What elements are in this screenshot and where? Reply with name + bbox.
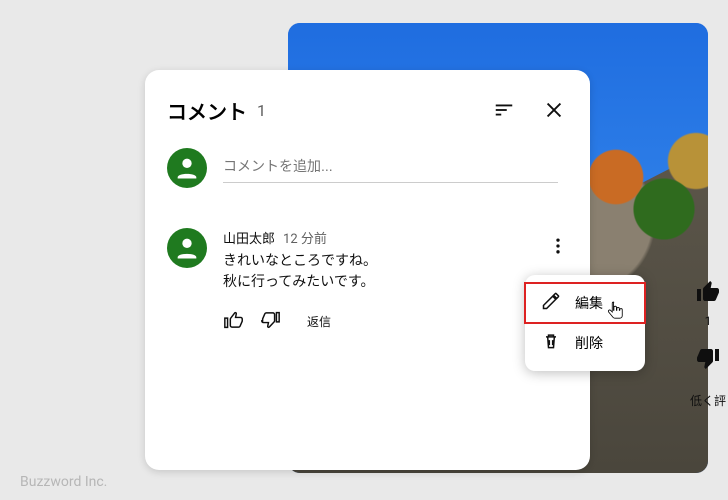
panel-title: コメント	[167, 96, 247, 125]
menu-item-delete[interactable]: 削除	[525, 323, 645, 363]
comment-text: きれいなところですね。 秋に行ってみたいです。	[223, 251, 534, 293]
add-comment-row	[167, 148, 584, 188]
comment-action-menu: 編集 削除	[525, 275, 645, 371]
like-button[interactable]	[696, 280, 720, 308]
commenter-avatar[interactable]	[167, 228, 207, 268]
rail-more-text: 低く評	[690, 392, 726, 409]
comment-more-button[interactable]	[548, 236, 568, 260]
menu-edit-label: 編集	[575, 293, 603, 313]
my-avatar[interactable]	[167, 148, 207, 188]
reaction-rail: 1 低く評	[690, 280, 726, 409]
comment-time: 12 分前	[283, 228, 327, 247]
pencil-icon	[541, 291, 561, 315]
comment-author[interactable]: 山田太郎	[223, 228, 275, 247]
watermark: Buzzword Inc.	[20, 474, 107, 490]
comment-like-button[interactable]	[223, 309, 245, 335]
comment-dislike-button[interactable]	[259, 309, 281, 335]
comment-input[interactable]	[223, 154, 558, 183]
reply-button[interactable]: 返信	[295, 307, 343, 336]
panel-count: 1	[257, 101, 266, 120]
sort-button[interactable]	[484, 90, 524, 130]
comment-item: 山田太郎 12 分前 きれいなところですね。 秋に行ってみたいです。 返信	[167, 228, 584, 336]
like-count: 1	[705, 314, 712, 328]
comments-panel: コメント 1 山田太郎 12 分前	[145, 70, 590, 470]
trash-icon	[541, 331, 561, 355]
dislike-button[interactable]	[696, 346, 720, 374]
menu-delete-label: 削除	[575, 333, 603, 353]
close-button[interactable]	[534, 90, 574, 130]
menu-item-edit[interactable]: 編集	[525, 283, 645, 323]
